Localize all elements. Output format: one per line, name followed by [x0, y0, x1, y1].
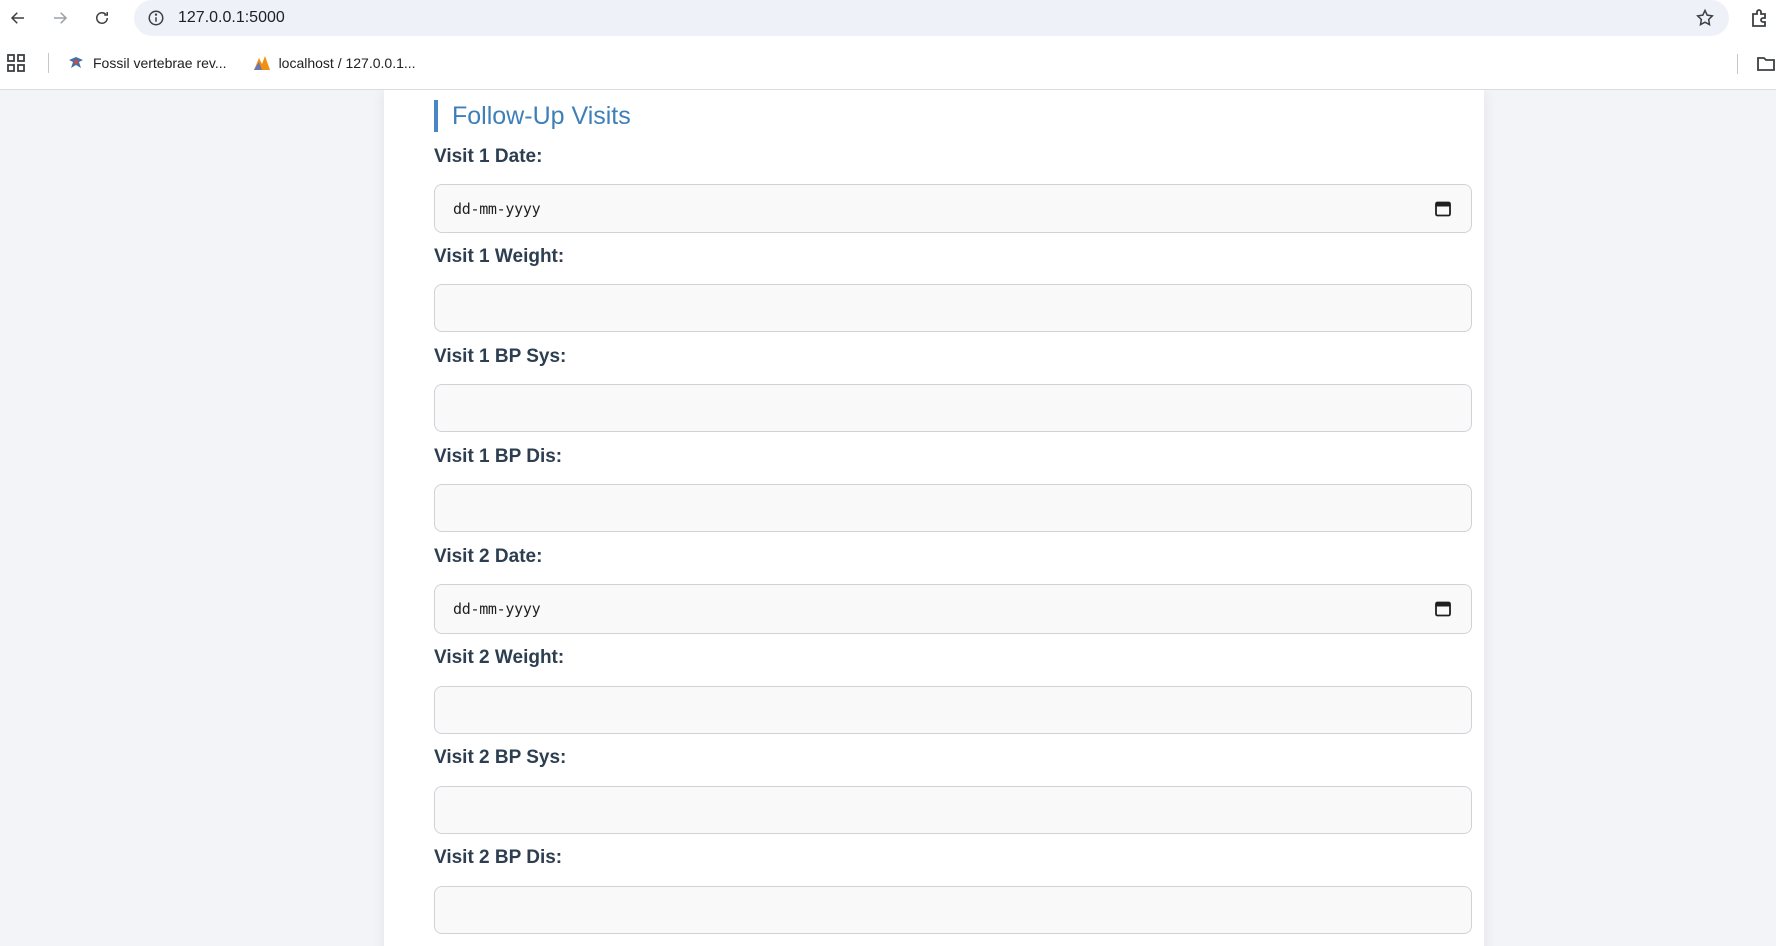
date-placeholder: dd-mm-yyyy	[453, 199, 541, 218]
date-placeholder: dd-mm-yyyy	[453, 600, 541, 618]
back-button[interactable]	[0, 0, 36, 36]
visit2-weight-input[interactable]	[434, 686, 1472, 734]
visit2-bp-sys-label: Visit 2 BP Sys:	[434, 747, 567, 768]
reload-icon	[96, 12, 108, 24]
forward-button[interactable]	[42, 0, 78, 36]
url-text[interactable]: 127.0.0.1:5000	[178, 9, 285, 27]
extensions-icon[interactable]	[1748, 6, 1772, 30]
bookmark-star-icon[interactable]	[1695, 8, 1715, 28]
visit1-date-input[interactable]: dd-mm-yyyy	[434, 184, 1472, 233]
site-info-button[interactable]	[138, 0, 174, 36]
bookmark-phpmyadmin[interactable]: localhost / 127.0.0.1...	[253, 49, 416, 77]
bookmarks-separator	[48, 52, 49, 73]
visit1-weight-label: Visit 1 Weight:	[434, 246, 565, 267]
visit1-date-label: Visit 1 Date:	[434, 146, 543, 167]
page-viewport: Follow-Up Visits Visit 1 Date: dd-mm-yyy…	[0, 90, 1776, 946]
visit1-bp-sys-label: Visit 1 BP Sys:	[434, 346, 567, 367]
visit2-bp-sys-input[interactable]	[434, 786, 1472, 834]
visit1-weight-input[interactable]	[434, 284, 1472, 332]
address-bar[interactable]: 127.0.0.1:5000	[134, 0, 1729, 36]
back-arrow-icon	[10, 12, 24, 24]
form-card: Follow-Up Visits Visit 1 Date: dd-mm-yyy…	[384, 90, 1484, 946]
browser-toolbar: 127.0.0.1:5000	[0, 0, 1776, 36]
visit1-bp-sys-input[interactable]	[434, 384, 1472, 432]
calendar-icon[interactable]	[1435, 600, 1451, 617]
visit1-bp-dis-label: Visit 1 BP Dis:	[434, 446, 563, 467]
forward-arrow-icon	[54, 12, 68, 24]
reload-button[interactable]	[84, 0, 120, 36]
visit2-bp-dis-input[interactable]	[434, 886, 1472, 934]
apps-grid-icon[interactable]	[6, 53, 26, 73]
bookmarks-bar: Fossil vertebrae rev... localhost / 127.…	[0, 36, 1776, 90]
visit1-bp-dis-input[interactable]	[434, 484, 1472, 532]
bookmark-fossil-vertebrae[interactable]: Fossil vertebrae rev...	[67, 49, 227, 77]
bookmark-label: Fossil vertebrae rev...	[93, 54, 227, 71]
folder-icon[interactable]	[1756, 55, 1776, 73]
bookmark-label: localhost / 127.0.0.1...	[278, 54, 416, 71]
bookmarks-separator	[1737, 54, 1738, 74]
phpmyadmin-icon	[253, 55, 270, 70]
site-favicon-icon	[69, 56, 83, 68]
visit2-bp-dis-label: Visit 2 BP Dis:	[434, 847, 563, 868]
calendar-icon[interactable]	[1435, 200, 1451, 217]
info-icon	[148, 10, 164, 26]
visit2-date-input[interactable]: dd-mm-yyyy	[434, 584, 1472, 634]
visit2-weight-label: Visit 2 Weight:	[434, 647, 565, 668]
visit2-date-label: Visit 2 Date:	[434, 546, 543, 567]
section-title: Follow-Up Visits	[434, 100, 631, 132]
